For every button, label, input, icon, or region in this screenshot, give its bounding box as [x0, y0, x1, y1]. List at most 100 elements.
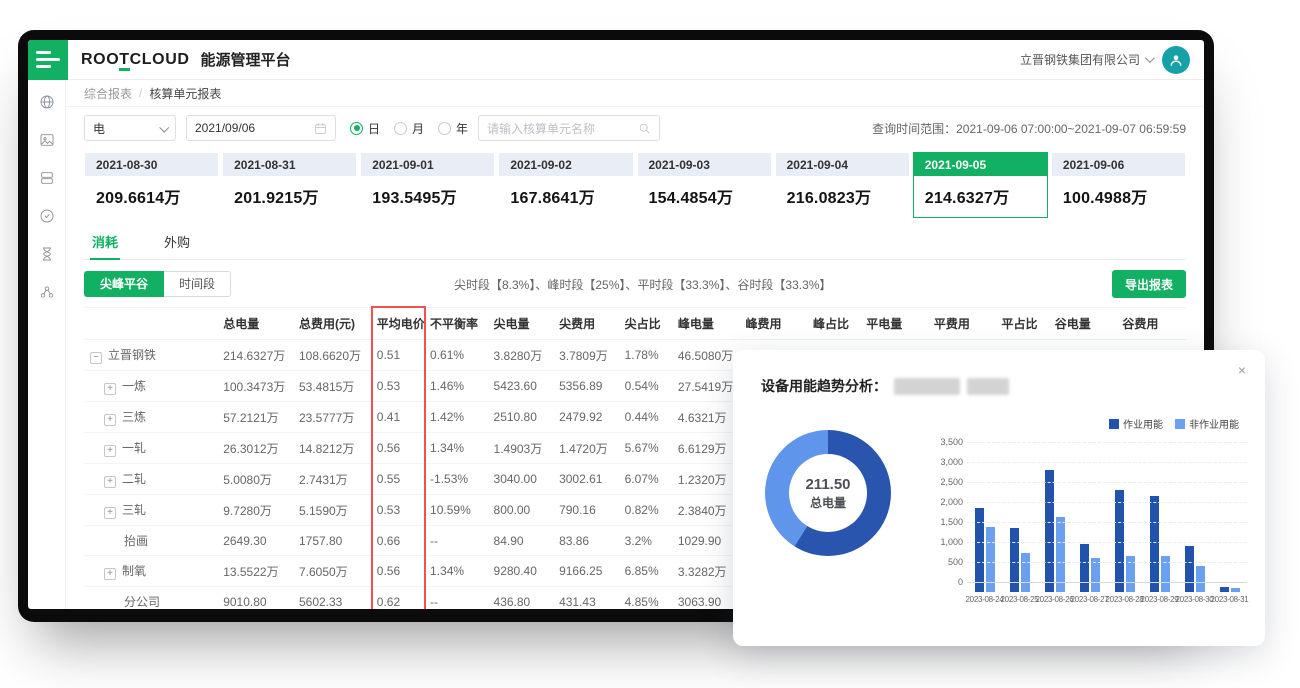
- date-card-value: 209.6614万: [85, 176, 218, 217]
- date-card-date: 2021-09-04: [776, 153, 909, 176]
- value-cell: 46.5080万: [674, 340, 742, 371]
- unit-name-cell[interactable]: +三轧: [84, 495, 219, 526]
- value-cell: 1.2320万: [674, 464, 742, 495]
- bar-作业用能: [1045, 470, 1054, 592]
- value-cell: 1.4720万: [555, 433, 621, 464]
- value-cell: 1.46%: [426, 371, 489, 402]
- search-icon[interactable]: [638, 122, 651, 135]
- period-note: 尖时段【8.3%】、峰时段【25%】、平时段【33.3%】、谷时段【33.3%】: [454, 276, 831, 293]
- col-header: 峰占比: [809, 308, 862, 340]
- unit-name-cell[interactable]: 分公司: [84, 587, 219, 610]
- tab-外购[interactable]: 外购: [162, 227, 192, 259]
- date-card-value: 214.6327万: [914, 176, 1047, 217]
- date-card-2021-09-06[interactable]: 2021-09-06100.4988万: [1051, 152, 1186, 218]
- image-icon[interactable]: [39, 132, 55, 153]
- unit-name-cell[interactable]: +一炼: [84, 371, 219, 402]
- unit-name-cell[interactable]: +二轧: [84, 464, 219, 495]
- radio-month[interactable]: 月: [394, 120, 424, 137]
- network-icon[interactable]: [39, 284, 55, 305]
- unit-name-cell[interactable]: −立晋钢铁: [84, 340, 219, 371]
- date-card-date: 2021-09-01: [361, 153, 494, 176]
- date-card-date: 2021-09-02: [499, 153, 632, 176]
- expand-icon[interactable]: +: [104, 568, 116, 580]
- avatar[interactable]: [1162, 46, 1190, 74]
- bar-非作业用能: [1056, 517, 1065, 592]
- date-card-2021-09-02[interactable]: 2021-09-02167.8641万: [498, 152, 633, 218]
- col-header: 总费用(元): [295, 308, 373, 340]
- radio-icon: [350, 122, 363, 135]
- segment-时间段[interactable]: 时间段: [164, 271, 231, 297]
- date-picker[interactable]: 2021/09/06: [186, 115, 336, 141]
- date-card-2021-09-03[interactable]: 2021-09-03154.4854万: [637, 152, 772, 218]
- col-header: 平占比: [997, 308, 1050, 340]
- donut-total-value: 211.50: [805, 476, 850, 493]
- expand-icon[interactable]: +: [104, 383, 116, 395]
- value-cell: 1029.90: [674, 526, 742, 556]
- value-cell: 1.4903万: [490, 433, 556, 464]
- bar-非作业用能: [1091, 558, 1100, 592]
- x-axis-label: 2023-08-28: [1106, 595, 1144, 604]
- donut-total-label: 总电量: [810, 494, 846, 511]
- value-cell: 5.0080万: [219, 464, 295, 495]
- value-cell: 9280.40: [490, 556, 556, 587]
- unit-name-cell[interactable]: +三炼: [84, 402, 219, 433]
- value-cell: 84.90: [490, 526, 556, 556]
- unit-name-cell[interactable]: +一轧: [84, 433, 219, 464]
- y-axis-tick: 0: [958, 577, 963, 587]
- value-cell: 436.80: [490, 587, 556, 610]
- user-icon: [1169, 53, 1183, 67]
- gridline: [967, 442, 1247, 443]
- legend-item-作业用能[interactable]: 作业用能: [1109, 416, 1163, 431]
- top-header: ROOTCLOUD 能源管理平台 立晋钢铁集团有限公司: [28, 40, 1204, 80]
- hourglass-icon[interactable]: [39, 246, 55, 267]
- energy-type-select[interactable]: 电: [84, 115, 176, 141]
- value-cell: 0.56: [373, 433, 426, 464]
- value-cell: 0.41: [373, 402, 426, 433]
- close-icon[interactable]: ×: [1238, 362, 1246, 378]
- server-icon[interactable]: [39, 170, 55, 191]
- brand-name: ROOTCLOUD: [81, 51, 190, 69]
- date-card-2021-09-04[interactable]: 2021-09-04216.0823万: [775, 152, 910, 218]
- tab-消耗[interactable]: 消耗: [90, 227, 120, 260]
- radio-icon: [438, 122, 451, 135]
- search-input[interactable]: 请输入核算单元名称: [478, 115, 660, 141]
- date-card-2021-09-01[interactable]: 2021-09-01193.5495万: [360, 152, 495, 218]
- x-axis-label: 2023-08-29: [1141, 595, 1179, 604]
- bar-作业用能: [1115, 490, 1124, 592]
- value-cell: 6.6129万: [674, 433, 742, 464]
- x-axis-label: 2023-08-24: [966, 595, 1004, 604]
- expand-icon[interactable]: +: [104, 507, 116, 519]
- value-cell: --: [426, 587, 489, 610]
- value-cell: 790.16: [555, 495, 621, 526]
- company-selector[interactable]: 立晋钢铁集团有限公司: [1020, 51, 1152, 68]
- expand-icon[interactable]: +: [104, 414, 116, 426]
- value-cell: 3.2%: [621, 526, 674, 556]
- y-axis-tick: 2,000: [940, 497, 963, 507]
- value-cell: 4.85%: [621, 587, 674, 610]
- clock-icon[interactable]: [39, 208, 55, 229]
- legend-swatch-icon: [1175, 419, 1185, 429]
- value-cell: 0.66: [373, 526, 426, 556]
- date-card-2021-08-31[interactable]: 2021-08-31201.9215万: [222, 152, 357, 218]
- expand-icon[interactable]: +: [104, 445, 116, 457]
- date-card-2021-09-05[interactable]: 2021-09-05214.6327万: [913, 152, 1048, 218]
- collapse-icon[interactable]: −: [90, 352, 102, 364]
- legend-item-非作业用能[interactable]: 非作业用能: [1175, 416, 1239, 431]
- globe-icon[interactable]: [39, 94, 55, 115]
- unit-name-cell[interactable]: +制氧: [84, 556, 219, 587]
- rootcloud-logo-icon[interactable]: [28, 40, 68, 80]
- export-report-button[interactable]: 导出报表: [1112, 270, 1186, 298]
- segment-尖峰平谷[interactable]: 尖峰平谷: [84, 271, 164, 297]
- value-cell: 83.86: [555, 526, 621, 556]
- breadcrumb-parent[interactable]: 综合报表: [84, 85, 132, 102]
- date-card-2021-08-30[interactable]: 2021-08-30209.6614万: [84, 152, 219, 218]
- gridline: [967, 542, 1247, 543]
- radio-day[interactable]: 日: [350, 120, 380, 137]
- value-cell: --: [426, 526, 489, 556]
- date-card-date: 2021-09-05: [914, 153, 1047, 176]
- date-card-date: 2021-08-30: [85, 153, 218, 176]
- radio-year[interactable]: 年: [438, 120, 468, 137]
- unit-name-cell[interactable]: 抬画: [84, 526, 219, 556]
- expand-icon[interactable]: +: [104, 476, 116, 488]
- value-cell: 3063.90: [674, 587, 742, 610]
